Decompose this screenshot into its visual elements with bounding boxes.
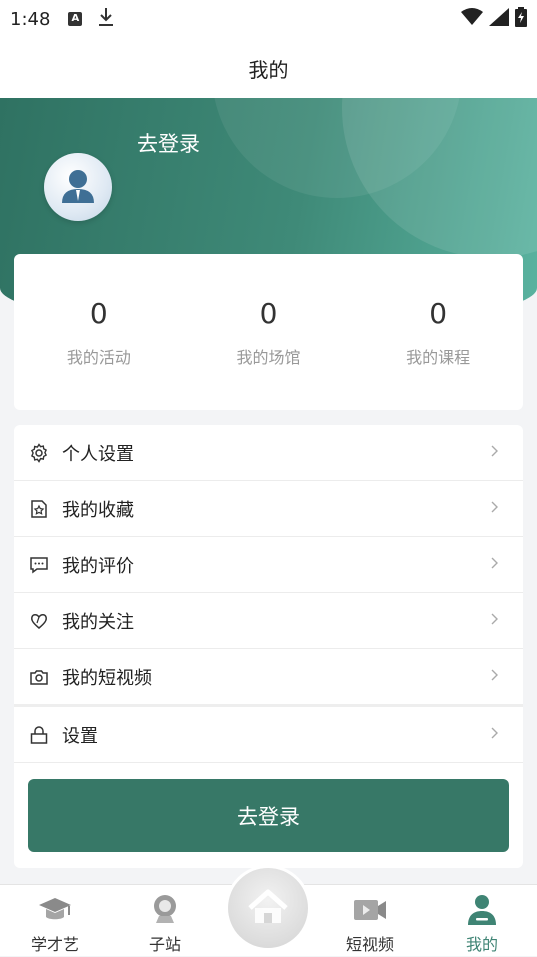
stat-value: 0 [89,296,108,330]
location-pin-icon [154,895,176,923]
battery-icon [515,6,527,32]
menu-item-favorites[interactable]: 我的收藏 [14,481,523,537]
menu-item-label: 我的短视频 [62,668,152,689]
chevron-right-icon [491,501,498,513]
a-notification-icon: A [68,12,83,26]
home-icon [248,889,288,923]
menu-item-label: 个人设置 [62,443,134,465]
stat-courses[interactable]: 0 我的课程 [363,297,513,368]
wifi-icon [461,7,483,31]
chevron-right-icon [491,557,498,569]
menu-item-settings[interactable]: 设置 [14,707,523,763]
tab-label: 子站 [148,935,181,954]
tab-label: 短视频 [345,935,394,954]
user-avatar-icon [62,170,94,203]
tab-learn-arts[interactable]: 学才艺 [10,885,100,957]
decorative-circle [342,98,537,258]
stat-label: 我的活动 [66,347,131,367]
chevron-right-icon [491,727,498,739]
status-bar: 1:48 A [0,0,537,38]
menu-item-label: 我的收藏 [62,499,134,521]
menu-item-follows[interactable]: 我的关注 [14,593,523,649]
signal-icon [489,7,509,31]
tab-mine[interactable]: 我的 [437,885,527,957]
camera-icon [28,666,50,688]
lock-icon [28,724,50,746]
stat-label: 我的课程 [406,347,471,367]
status-time: 1:48 [10,8,51,30]
stat-value: 0 [429,296,448,330]
page-title: 我的 [248,57,289,82]
chevron-right-icon [491,445,498,457]
login-link[interactable]: 去登录 [137,128,200,158]
home-tab-button[interactable] [228,868,308,948]
menu-card: 个人设置 我的收藏 我的评价 我的关注 我的短视频 设置 去登录 [14,425,523,868]
gear-icon [28,442,50,464]
video-icon [354,900,386,920]
download-icon [98,7,114,32]
page-title-bar: 我的 [0,38,537,98]
tab-label: 学才艺 [30,935,79,954]
chevron-right-icon [491,669,498,681]
menu-item-reviews[interactable]: 我的评价 [14,537,523,593]
stat-activities[interactable]: 0 我的活动 [24,297,174,368]
tab-short-video[interactable]: 短视频 [325,885,415,957]
login-button[interactable]: 去登录 [28,779,509,852]
stat-venues[interactable]: 0 我的场馆 [193,297,343,368]
menu-item-label: 我的关注 [62,611,134,633]
chevron-right-icon [491,613,498,625]
heart-outline-icon [28,610,50,632]
tab-substation[interactable]: 子站 [120,885,210,957]
comment-icon [28,554,50,576]
tab-label: 我的 [465,935,498,954]
menu-item-short-videos[interactable]: 我的短视频 [14,649,523,705]
menu-item-label: 我的评价 [62,555,134,577]
stats-card: 0 我的活动 0 我的场馆 0 我的课程 [14,254,523,410]
avatar[interactable] [44,153,112,221]
favorite-star-icon [28,498,50,520]
stat-value: 0 [259,296,278,330]
graduation-cap-icon [39,898,71,920]
menu-item-personal-settings[interactable]: 个人设置 [14,425,523,481]
user-icon [468,895,496,925]
stat-label: 我的场馆 [236,347,301,367]
menu-item-label: 设置 [62,725,98,747]
